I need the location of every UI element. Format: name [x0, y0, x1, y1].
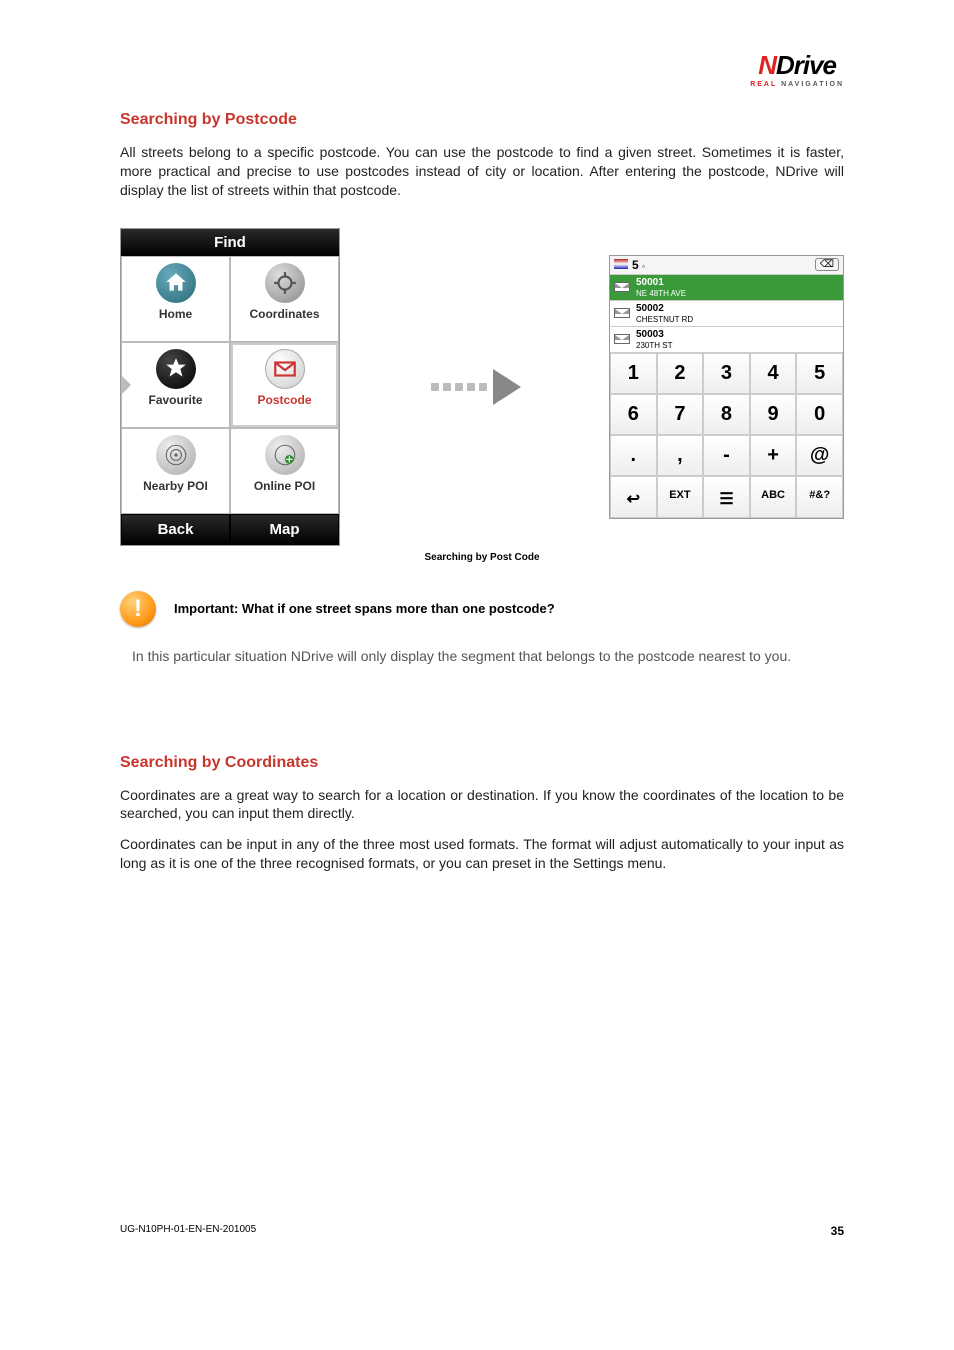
find-coordinates-label: Coordinates [233, 307, 336, 321]
key-5[interactable]: 5 [796, 353, 843, 394]
flag-icon [614, 259, 628, 269]
important-icon: ! [120, 591, 156, 627]
figure-caption: Searching by Post Code [120, 552, 844, 563]
return-icon: ↩ [627, 491, 640, 508]
keypad-input[interactable]: 5 ▫ [614, 258, 645, 272]
para-postcode: All streets belong to a specific postcod… [120, 143, 844, 200]
key-ext[interactable]: EXT [657, 476, 704, 518]
key-7[interactable]: 7 [657, 394, 704, 435]
key-8[interactable]: 8 [703, 394, 750, 435]
figure-row: Find Home Coordinates Favourite Pos [120, 228, 844, 546]
find-favourite-label: Favourite [124, 393, 227, 407]
find-title: Find [121, 229, 339, 256]
envelope-icon [614, 282, 630, 292]
para-coords-1: Coordinates are a great way to search fo… [120, 786, 844, 824]
map-button[interactable]: Map [230, 514, 339, 545]
para-coords-2: Coordinates can be input in any of the t… [120, 835, 844, 873]
find-nearby-label: Nearby POI [124, 479, 227, 493]
key-list[interactable]: ☰ [703, 476, 750, 518]
find-online-poi[interactable]: Online POI [230, 428, 339, 514]
find-home-label: Home [124, 307, 227, 321]
back-button[interactable]: Back [121, 514, 230, 545]
nearby-poi-icon [156, 435, 196, 475]
key-abc[interactable]: ABC [750, 476, 797, 518]
key-0[interactable]: 0 [796, 394, 843, 435]
home-icon [156, 263, 196, 303]
important-heading: Important: What if one street spans more… [174, 601, 555, 616]
logo-tag-real: REAL [750, 81, 777, 88]
find-postcode[interactable]: Postcode [230, 342, 339, 428]
find-online-label: Online POI [233, 479, 336, 493]
key-comma[interactable]: , [657, 435, 704, 476]
backspace-icon[interactable]: ⌫ [815, 258, 839, 271]
footer-doc-id: UG-N10PH-01-EN-EN-201005 [120, 1224, 256, 1238]
online-poi-icon [265, 435, 305, 475]
result-row[interactable]: 50001NE 48TH AVE [610, 275, 843, 301]
list-icon: ☰ [719, 491, 733, 508]
find-nearby-poi[interactable]: Nearby POI [121, 428, 230, 514]
brand-logo: NDrive REAL NAVIGATION [120, 50, 844, 91]
keypad-panel: 5 ▫ ⌫ 50001NE 48TH AVE 50002CHESTNUT RD … [609, 255, 844, 519]
key-9[interactable]: 9 [750, 394, 797, 435]
key-4[interactable]: 4 [750, 353, 797, 394]
find-coordinates[interactable]: Coordinates [230, 256, 339, 342]
key-3[interactable]: 3 [703, 353, 750, 394]
key-2[interactable]: 2 [657, 353, 704, 394]
page-number: 35 [831, 1224, 844, 1238]
postcode-icon [265, 349, 305, 389]
logo-tag-nav: NAVIGATION [781, 81, 844, 88]
heading-postcode: Searching by Postcode [120, 111, 844, 129]
envelope-icon [614, 308, 630, 318]
coordinates-icon [265, 263, 305, 303]
find-panel: Find Home Coordinates Favourite Pos [120, 228, 340, 546]
find-postcode-label: Postcode [233, 393, 336, 407]
result-row[interactable]: 50002CHESTNUT RD [610, 301, 843, 327]
key-return[interactable]: ↩ [610, 476, 657, 518]
find-home[interactable]: Home [121, 256, 230, 342]
key-dot[interactable]: . [610, 435, 657, 476]
favourite-icon [156, 349, 196, 389]
key-minus[interactable]: - [703, 435, 750, 476]
result-row[interactable]: 50003230TH ST [610, 327, 843, 353]
logo-n: N [758, 50, 776, 80]
key-plus[interactable]: + [750, 435, 797, 476]
heading-coordinates: Searching by Coordinates [120, 754, 844, 772]
important-para: In this particular situation NDrive will… [132, 647, 832, 666]
envelope-icon [614, 334, 630, 344]
scroll-left-icon[interactable] [121, 375, 131, 395]
logo-rest: Drive [776, 50, 836, 80]
transition-arrow [340, 369, 609, 405]
key-1[interactable]: 1 [610, 353, 657, 394]
find-favourite[interactable]: Favourite [121, 342, 230, 428]
key-6[interactable]: 6 [610, 394, 657, 435]
key-sym[interactable]: #&? [796, 476, 843, 518]
key-at[interactable]: @ [796, 435, 843, 476]
